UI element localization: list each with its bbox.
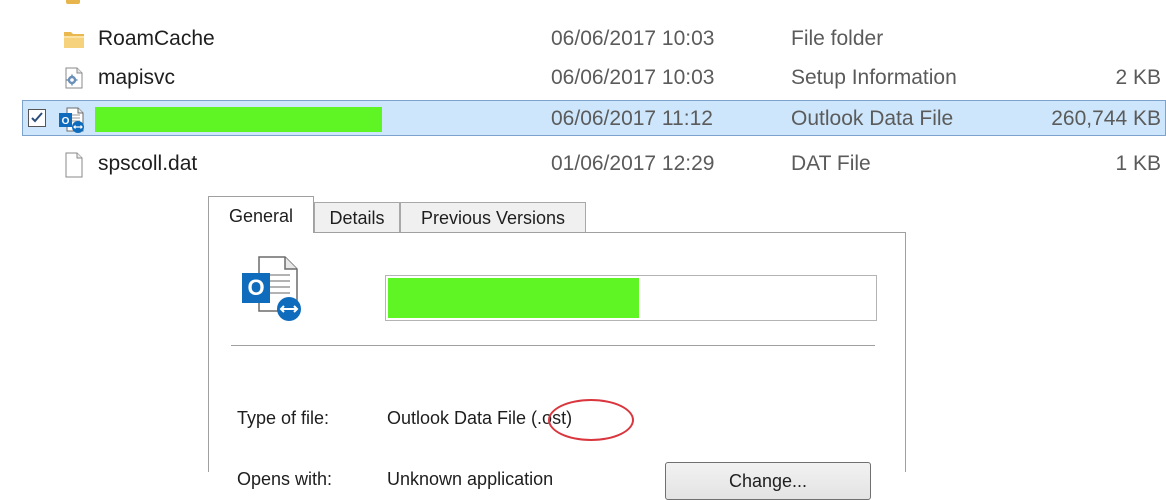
change-button[interactable]: Change... — [665, 462, 871, 500]
tab-strip: General Details Previous Versions — [208, 188, 908, 233]
file-size: 260,744 KB — [1051, 107, 1161, 130]
file-date: 06/06/2017 10:03 — [551, 66, 715, 89]
file-list: RoamCache 06/06/2017 10:03 File folder m… — [0, 0, 1166, 200]
file-row[interactable]: spscoll.dat 01/06/2017 12:29 DAT File 1 … — [0, 144, 1166, 184]
svg-text:O: O — [247, 275, 264, 300]
document-icon — [62, 152, 86, 178]
properties-dialog: General Details Previous Versions O Type… — [208, 188, 908, 500]
file-row-selected[interactable]: O 06/06/2017 11:12 Outlook Data File 260… — [0, 99, 1166, 139]
tab-general[interactable]: General — [208, 196, 314, 233]
opens-with-value: Unknown application — [387, 469, 554, 489]
general-panel: O Type of file: Outlook Data File (.ost)… — [208, 232, 906, 500]
file-row[interactable]: RoamCache 06/06/2017 10:03 File folder — [0, 19, 1166, 59]
file-row[interactable]: mapisvc 06/06/2017 10:03 Setup Informati… — [0, 58, 1166, 98]
redacted-file-name — [95, 107, 382, 132]
file-name-field[interactable] — [385, 275, 877, 321]
tab-details[interactable]: Details — [314, 202, 400, 232]
file-date: 06/06/2017 10:03 — [551, 27, 715, 50]
folder-icon — [66, 0, 80, 4]
type-of-file-value: Outlook Data File (.ost) — [387, 408, 573, 428]
redacted-file-name — [388, 278, 639, 318]
file-type: Setup Information — [791, 66, 957, 89]
row-checkbox[interactable] — [28, 109, 46, 127]
file-name: RoamCache — [98, 27, 215, 50]
file-name: mapisvc — [98, 66, 176, 89]
file-size: 1 KB — [1115, 152, 1161, 175]
outlook-data-file-icon: O — [237, 253, 307, 323]
folder-icon — [62, 27, 86, 51]
file-size: 2 KB — [1115, 66, 1161, 89]
file-type: File folder — [791, 27, 884, 50]
divider — [231, 345, 875, 346]
type-of-file-label: Type of file: — [237, 408, 330, 428]
setup-info-icon — [62, 66, 86, 90]
highlight-circle — [548, 399, 634, 441]
file-type: Outlook Data File — [791, 107, 954, 130]
file-type: DAT File — [791, 152, 871, 175]
file-name: spscoll.dat — [98, 152, 198, 175]
tab-previous-versions[interactable]: Previous Versions — [400, 202, 586, 232]
opens-with-label: Opens with: — [237, 469, 333, 489]
outlook-data-file-icon: O — [58, 107, 84, 133]
file-date: 06/06/2017 11:12 — [551, 107, 713, 130]
svg-text:O: O — [62, 116, 70, 127]
file-date: 01/06/2017 12:29 — [551, 152, 715, 175]
